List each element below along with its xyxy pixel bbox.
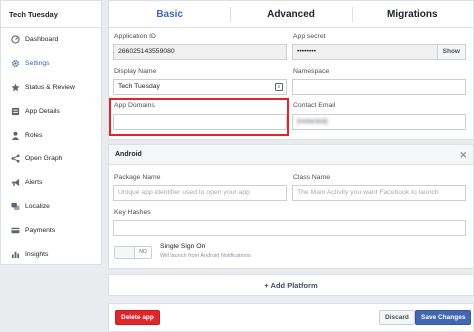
sidebar-item-label: Localize — [25, 202, 50, 210]
contact-email-value: [redacted] — [297, 118, 328, 125]
sidebar-item-label: Alerts — [25, 179, 43, 187]
app-secret-field[interactable]: •••••••• Show — [292, 44, 466, 60]
sidebar-item-localize[interactable]: Localize — [1, 195, 101, 219]
sidebar-item-label: Dashboard — [25, 36, 59, 44]
namespace-field[interactable] — [292, 79, 466, 95]
display-name-label: Display Name — [114, 68, 157, 75]
toggle-state: NO — [139, 249, 147, 255]
app-id-value: 266025143559080 — [118, 48, 175, 55]
sidebar-item-dashboard[interactable]: Dashboard — [1, 28, 101, 52]
app-id-label: Application ID — [114, 33, 156, 40]
show-secret-button[interactable]: Show — [436, 44, 466, 60]
contact-card-icon[interactable]: ≡ — [275, 83, 283, 91]
sidebar-item-status-review[interactable]: Status & Review — [1, 76, 101, 100]
display-name-field[interactable]: Tech Tuesday ≡ — [113, 79, 287, 95]
tab-advanced[interactable]: Advanced — [230, 1, 351, 27]
key-hashes-field[interactable] — [113, 220, 466, 236]
toggle-knob — [115, 247, 135, 258]
sidebar-item-settings[interactable]: Settings — [1, 52, 101, 76]
card-icon — [10, 225, 20, 235]
sidebar-item-insights[interactable]: Insights — [1, 242, 101, 266]
class-name-field[interactable]: The Main Activity you want Facebook to l… — [292, 185, 466, 201]
star-icon — [10, 82, 20, 92]
contact-email-field[interactable]: [redacted] — [292, 114, 466, 130]
app-domains-highlight — [109, 98, 289, 136]
tab-migrations[interactable]: Migrations — [351, 1, 473, 27]
sidebar: Tech Tuesday Dashboard Settings Status &… — [0, 0, 102, 265]
package-name-field[interactable]: Unique app identifier used to open your … — [113, 185, 287, 201]
discard-button[interactable]: Discard — [379, 310, 415, 325]
sidebar-item-app-details[interactable]: App Details — [1, 99, 101, 123]
add-platform-button[interactable]: + Add Platform — [108, 274, 474, 296]
delete-app-button[interactable]: Delete app — [115, 310, 160, 325]
app-id-field[interactable]: 266025143559080 — [113, 44, 287, 60]
settings-footer: Delete app Discard Save Changes — [108, 303, 474, 332]
app-secret-label: App secret — [293, 33, 326, 40]
close-icon[interactable]: ✕ — [459, 145, 467, 165]
sidebar-item-label: Status & Review — [25, 83, 75, 91]
sso-title: Single Sign On — [160, 243, 206, 250]
android-header: Android ✕ — [109, 145, 473, 165]
sidebar-item-label: App Details — [25, 107, 60, 115]
sidebar-item-label: Settings — [25, 60, 50, 68]
single-sign-on-toggle[interactable]: NO — [114, 246, 152, 259]
contact-email-label: Contact Email — [293, 102, 336, 109]
gear-icon — [10, 59, 20, 69]
android-title: Android — [115, 151, 142, 158]
save-changes-button[interactable]: Save Changes — [415, 310, 472, 325]
package-name-placeholder: Unique app identifier used to open your … — [118, 189, 250, 196]
sso-subtitle: Will launch from Android Notifications — [160, 253, 251, 259]
settings-tabs: Basic Advanced Migrations — [109, 1, 473, 28]
sidebar-item-payments[interactable]: Payments — [1, 218, 101, 242]
key-hashes-label: Key Hashes — [114, 209, 151, 216]
class-name-label: Class Name — [293, 174, 331, 181]
megaphone-icon — [10, 178, 20, 188]
localize-icon — [10, 201, 20, 211]
sidebar-item-open-graph[interactable]: Open Graph — [1, 147, 101, 171]
app-secret-value: •••••••• — [297, 48, 317, 55]
person-icon — [10, 130, 20, 140]
sidebar-item-roles[interactable]: Roles — [1, 123, 101, 147]
namespace-label: Namespace — [293, 68, 330, 75]
tab-basic[interactable]: Basic — [109, 1, 230, 27]
app-details-icon — [10, 106, 20, 116]
open-graph-icon — [10, 154, 20, 164]
sidebar-item-label: Roles — [25, 131, 43, 139]
package-name-label: Package Name — [114, 174, 161, 181]
sidebar-item-label: Payments — [25, 226, 56, 234]
dashboard-icon — [10, 35, 20, 45]
sidebar-item-alerts[interactable]: Alerts — [1, 171, 101, 195]
class-name-placeholder: The Main Activity you want Facebook to l… — [297, 189, 439, 196]
app-name[interactable]: Tech Tuesday — [1, 1, 101, 28]
android-platform-panel: Android ✕ — [108, 144, 474, 269]
chart-icon — [10, 249, 20, 259]
sidebar-item-label: Insights — [25, 250, 49, 258]
display-name-value: Tech Tuesday — [118, 83, 160, 90]
sidebar-item-label: Open Graph — [25, 155, 63, 163]
